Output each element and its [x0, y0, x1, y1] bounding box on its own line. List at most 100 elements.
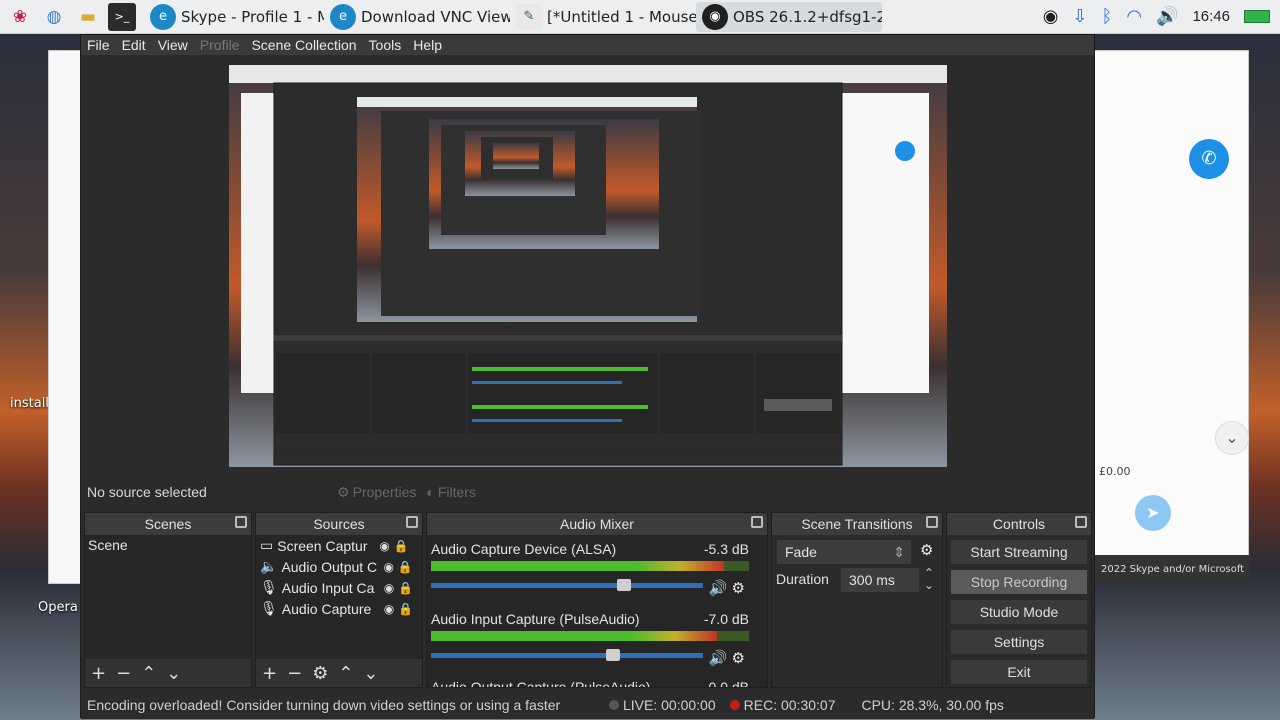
- speaker-icon[interactable]: 🔊: [709, 580, 728, 597]
- bluetooth-icon[interactable]: ᛒ: [1102, 6, 1113, 27]
- undock-icon[interactable]: [235, 516, 247, 528]
- volume-icon[interactable]: 🔊: [1156, 6, 1178, 27]
- source-item[interactable]: 🎙 Audio Capture ◉ 🔒: [256, 598, 422, 619]
- exit-button[interactable]: Exit: [950, 659, 1088, 685]
- move-up-icon[interactable]: ⌃: [338, 663, 353, 684]
- duration-input[interactable]: 300 ms: [840, 567, 920, 593]
- visibility-eye-icon[interactable]: ◉: [379, 539, 389, 553]
- recording-indicator-icon: [729, 700, 740, 710]
- start-streaming-button[interactable]: Start Streaming: [950, 539, 1088, 565]
- lock-icon[interactable]: 🔒: [394, 539, 409, 553]
- sources-dock-title: Sources: [256, 513, 422, 535]
- filters-button[interactable]: ◐ Filters: [426, 484, 476, 500]
- browser-launcher-icon[interactable]: ◍: [40, 3, 68, 31]
- gear-icon[interactable]: ⚙: [732, 650, 745, 667]
- skype-footer: 2022 Skype and/or Microsoft: [1095, 555, 1250, 585]
- properties-button[interactable]: ⚙ Properties: [337, 484, 416, 501]
- send-icon[interactable]: ➤: [1135, 495, 1171, 531]
- obs-icon: ◉: [702, 3, 728, 30]
- scene-transitions-dock: Scene Transitions Fade ⇕ ⚙ Duration 300 …: [771, 512, 943, 688]
- menu-help[interactable]: Help: [407, 37, 448, 53]
- obs-tray-icon[interactable]: ◉: [1043, 6, 1059, 27]
- add-icon[interactable]: +: [262, 663, 277, 684]
- transitions-title-text: Scene Transitions: [801, 516, 913, 532]
- meter-fill: [431, 561, 724, 571]
- studio-mode-button[interactable]: Studio Mode: [950, 599, 1088, 625]
- move-down-icon[interactable]: ⌄: [166, 663, 181, 684]
- undock-icon[interactable]: [1075, 516, 1087, 528]
- lock-icon[interactable]: 🔒: [398, 581, 413, 595]
- volume-slider[interactable]: [431, 579, 703, 591]
- mousepad-icon: ✎: [516, 3, 542, 30]
- menu-file[interactable]: File: [81, 37, 116, 53]
- wifi-icon[interactable]: ◠: [1126, 6, 1142, 27]
- sources-title-text: Sources: [313, 516, 365, 532]
- speaker-icon: 🔈: [260, 558, 278, 574]
- move-up-icon[interactable]: ⌃: [141, 663, 156, 684]
- preview-canvas[interactable]: [229, 65, 947, 467]
- mixer-channel: Audio Input Capture (PulseAudio) -7.0 dB…: [431, 611, 749, 667]
- duration-value: 300 ms: [849, 572, 895, 588]
- desktop-icon-label[interactable]: install: [10, 396, 49, 411]
- desktop-icon-label[interactable]: Opera: [38, 600, 78, 615]
- undock-icon[interactable]: [751, 516, 763, 528]
- task-mousepad[interactable]: ✎ [*Untitled 1 - Mousep...: [510, 2, 696, 32]
- task-label: Skype - Profile 1 - Mi...: [181, 7, 324, 26]
- undock-icon[interactable]: [406, 516, 418, 528]
- menu-profile[interactable]: Profile: [194, 37, 246, 53]
- folder-icon[interactable]: ▬: [74, 3, 102, 31]
- remove-icon[interactable]: −: [287, 663, 302, 684]
- raspberry-menu-icon[interactable]: ❀: [6, 3, 34, 31]
- sources-list: ▭ Screen Captur ◉ 🔒 🔈 Audio Output C ◉ 🔒…: [256, 535, 422, 659]
- menu-edit[interactable]: Edit: [116, 37, 152, 53]
- source-name: Audio Capture: [281, 600, 372, 617]
- add-icon[interactable]: +: [91, 663, 106, 684]
- undock-icon[interactable]: [926, 516, 938, 528]
- gear-icon[interactable]: ⚙: [312, 663, 328, 684]
- menu-view[interactable]: View: [152, 37, 194, 53]
- slider-knob[interactable]: [616, 579, 631, 591]
- system-tray: ◉ ⇩ ᛒ ◠ 🔊 16:46: [1043, 6, 1280, 27]
- controls-title-text: Controls: [992, 516, 1046, 532]
- volume-slider[interactable]: [431, 649, 703, 661]
- call-icon[interactable]: ✆: [1189, 139, 1229, 179]
- source-item[interactable]: 🔈 Audio Output C ◉ 🔒: [256, 556, 422, 577]
- controls-dock: Controls Start Streaming Stop Recording …: [946, 512, 1092, 688]
- task-vnc-download[interactable]: e Download VNC View...: [324, 2, 510, 32]
- mixer-channel: Audio Capture Device (ALSA) -5.3 dB 🔊 ⚙: [431, 541, 749, 597]
- mixer-channel: Audio Output Capture (PulseAudio) 0.0 dB: [431, 679, 749, 687]
- stop-recording-button[interactable]: Stop Recording: [950, 569, 1088, 595]
- battery-icon[interactable]: [1244, 10, 1270, 23]
- gear-icon[interactable]: ⚙: [732, 580, 745, 597]
- lock-icon[interactable]: 🔒: [398, 560, 413, 574]
- terminal-icon[interactable]: >_: [108, 2, 136, 31]
- slider-knob[interactable]: [606, 649, 621, 661]
- preview-recursive-capture: [229, 65, 947, 467]
- menu-tools[interactable]: Tools: [363, 37, 408, 53]
- live-time: LIVE: 00:00:00: [623, 697, 716, 713]
- source-item[interactable]: ▭ Screen Captur ◉ 🔒: [256, 535, 422, 556]
- visibility-eye-icon[interactable]: ◉: [383, 560, 393, 574]
- audio-mixer-dock-title: Audio Mixer: [427, 513, 767, 535]
- volume-meter: [431, 631, 749, 641]
- properties-label: Properties: [352, 484, 417, 500]
- menu-scene-collection[interactable]: Scene Collection: [245, 37, 362, 53]
- remove-icon[interactable]: −: [116, 663, 131, 684]
- source-item[interactable]: 🎙 Audio Input Ca ◉ 🔒: [256, 577, 422, 598]
- scene-item[interactable]: Scene: [85, 535, 251, 556]
- task-label: [*Untitled 1 - Mousep...: [547, 7, 696, 26]
- visibility-eye-icon[interactable]: ◉: [384, 581, 394, 595]
- move-down-icon[interactable]: ⌄: [363, 663, 378, 684]
- lock-icon[interactable]: 🔒: [398, 602, 413, 616]
- transition-value: Fade: [785, 544, 817, 560]
- duration-spinner-icon[interactable]: ⌃ ⌄: [924, 567, 934, 591]
- transition-select[interactable]: Fade ⇕: [776, 539, 912, 565]
- update-icon[interactable]: ⇩: [1072, 6, 1087, 27]
- task-skype[interactable]: e Skype - Profile 1 - Mi...: [144, 2, 324, 32]
- chevron-down-icon[interactable]: ⌄: [1215, 421, 1249, 455]
- settings-button[interactable]: Settings: [950, 629, 1088, 655]
- visibility-eye-icon[interactable]: ◉: [384, 602, 394, 616]
- gear-icon[interactable]: ⚙: [920, 541, 933, 559]
- speaker-icon[interactable]: 🔊: [709, 650, 728, 667]
- task-obs[interactable]: ◉ OBS 26.1.2+dfsg1-2 (...: [696, 1, 882, 32]
